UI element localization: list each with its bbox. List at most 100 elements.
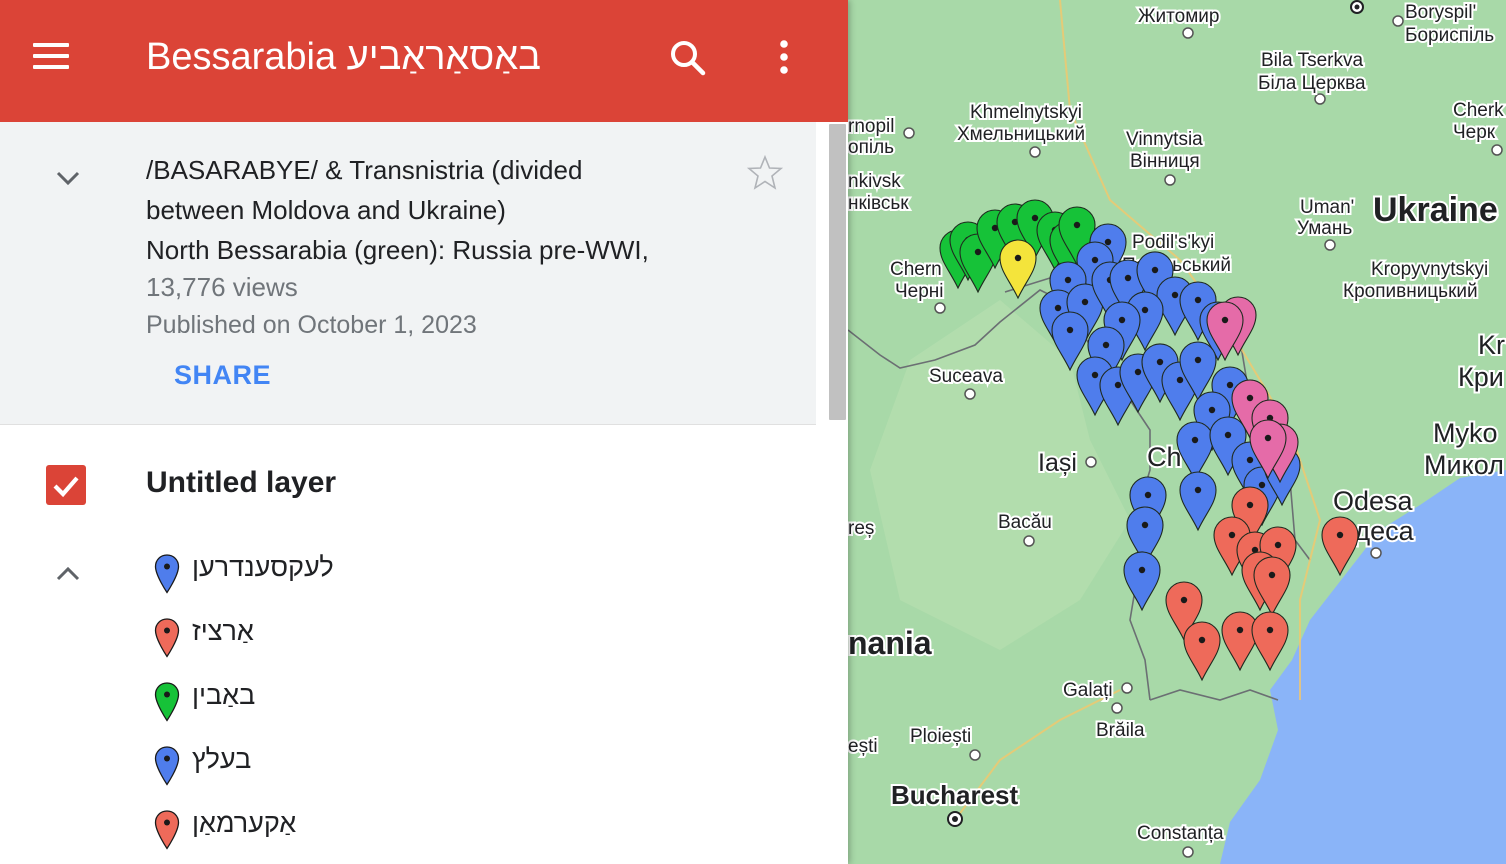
more-options-icon[interactable] (774, 38, 794, 78)
map-pin-dot (1236, 626, 1244, 634)
hamburger-menu-icon[interactable] (33, 43, 69, 71)
layer-name: Untitled layer (146, 466, 337, 499)
layer-visibility-checkbox[interactable] (46, 465, 86, 505)
place-item[interactable]: באַבין (150, 676, 750, 724)
star-icon[interactable] (746, 154, 784, 192)
map-pin-dot (1226, 381, 1234, 389)
city-marker (964, 388, 976, 400)
map-label: Вінниця (1130, 151, 1200, 172)
city-marker (1111, 702, 1123, 714)
city-marker (1392, 15, 1404, 27)
map-title: Bessarabia באַסאַראַביע (146, 36, 541, 78)
map-label: Khmelnytskyi (970, 102, 1082, 123)
chevron-down-icon[interactable] (52, 162, 84, 194)
search-icon[interactable] (668, 38, 708, 78)
map-pin-dot (1194, 356, 1202, 364)
description-line: /BASARABYE/ & Transnistria (divided (146, 155, 583, 185)
place-item[interactable]: אַרציז (150, 612, 750, 660)
map-pin-dot (974, 248, 982, 256)
map-label: Podil's'kyi (1132, 232, 1214, 253)
map-label: Кри (1458, 362, 1504, 392)
map-pin-dot (1144, 491, 1152, 499)
map-label: rnopil (848, 116, 894, 137)
map-pin-dot (1104, 238, 1112, 246)
map-label: Iași (1038, 449, 1077, 477)
map-info-section: /BASARABYE/ & Transnistria (divided betw… (0, 122, 816, 425)
chevron-up-icon[interactable] (52, 558, 84, 590)
place-item[interactable]: בעלץ (150, 740, 750, 788)
city-marker (1354, 4, 1360, 10)
map-label: Boryspil' (1405, 2, 1476, 23)
map-pin-dot (1268, 571, 1276, 579)
map-pin-dot (1274, 541, 1282, 549)
map-label: Brăila (1096, 720, 1145, 741)
map-pin-icon (154, 618, 180, 658)
map-label: Bacău (998, 512, 1052, 533)
map-pin-dot (1176, 376, 1184, 384)
map-pin-dot (1124, 274, 1132, 282)
city-marker (1085, 456, 1097, 468)
city-marker (952, 816, 958, 822)
map-label: nkivsk (848, 171, 901, 192)
map-label: нківськ (848, 193, 909, 214)
map-label: Odesa (1333, 486, 1414, 516)
map-pin-dot (1031, 214, 1039, 222)
map-pin-dot (1246, 501, 1254, 509)
map-label: Черк (1453, 122, 1496, 143)
map-label: Uman' (1300, 197, 1354, 218)
map-label: Микол (1424, 450, 1504, 480)
map-pin-dot (1118, 316, 1126, 324)
place-label: באַבין (192, 680, 256, 710)
map-pin-dot (1221, 316, 1229, 324)
map-pin-dot (1156, 358, 1164, 366)
map-pin-dot (1258, 481, 1266, 489)
map-label: опіль (848, 137, 894, 158)
map-pin-dot (1264, 434, 1272, 442)
map-label: Chern (890, 259, 942, 280)
city-marker (1121, 682, 1133, 694)
app-header: Bessarabia באַסאַראַביע (0, 0, 848, 122)
city-marker (1314, 93, 1326, 105)
map-pin-dot (1194, 296, 1202, 304)
map-pin-dot (1198, 636, 1206, 644)
map-label: Constanța (1137, 823, 1224, 844)
map-label: Kropyvnytskyi (1371, 259, 1488, 280)
map-label: Galați (1063, 680, 1113, 701)
map-pin-dot (1208, 406, 1216, 414)
city-marker (1023, 535, 1035, 547)
map-description: /BASARABYE/ & Transnistria (divided betw… (146, 150, 736, 270)
map-label: Ploiești (910, 726, 971, 747)
map-label: Біла Церква (1258, 73, 1366, 94)
map-label: nania (848, 625, 932, 661)
published-date: Published on October 1, 2023 (146, 311, 477, 339)
map-label: Vinnytsia (1126, 129, 1203, 150)
city-marker (1182, 27, 1194, 39)
city-marker (1029, 146, 1041, 158)
map-pin-dot (1141, 521, 1149, 529)
map-label: Kr (1478, 330, 1505, 360)
map-side-panel: Bessarabia באַסאַראַביע /BASARABYE/ & Tr… (0, 0, 848, 864)
map-pin-icon (154, 682, 180, 722)
place-item[interactable]: לעקסענדרען (150, 548, 750, 596)
map-label: Житомир (1138, 6, 1219, 27)
place-item[interactable]: אַקערמאַן (150, 804, 750, 852)
share-button[interactable]: SHARE (174, 360, 271, 391)
city-marker (1164, 174, 1176, 186)
city-marker (1491, 144, 1503, 156)
map-label: Cherk (1453, 100, 1504, 121)
map-label: reș (848, 518, 874, 539)
map-label: Suceava (929, 366, 1003, 387)
city-marker (969, 749, 981, 761)
place-label: בעלץ (192, 744, 252, 774)
map-label: Bila Tserkva (1261, 50, 1364, 71)
map-pin-dot (1266, 626, 1274, 634)
scrollbar-thumb[interactable] (829, 124, 846, 420)
map-pin-dot (1191, 436, 1199, 444)
city-marker (903, 127, 915, 139)
map-label: Bucharest (891, 780, 1018, 810)
map-label: Myko (1433, 418, 1498, 448)
map-view[interactable]: Житомир Boryspil' Бориспіль Bila Tserkva… (848, 0, 1506, 864)
map-pin-dot (1014, 254, 1022, 262)
map-pin-dot (1114, 381, 1122, 389)
map-label: Ch (1147, 442, 1182, 472)
